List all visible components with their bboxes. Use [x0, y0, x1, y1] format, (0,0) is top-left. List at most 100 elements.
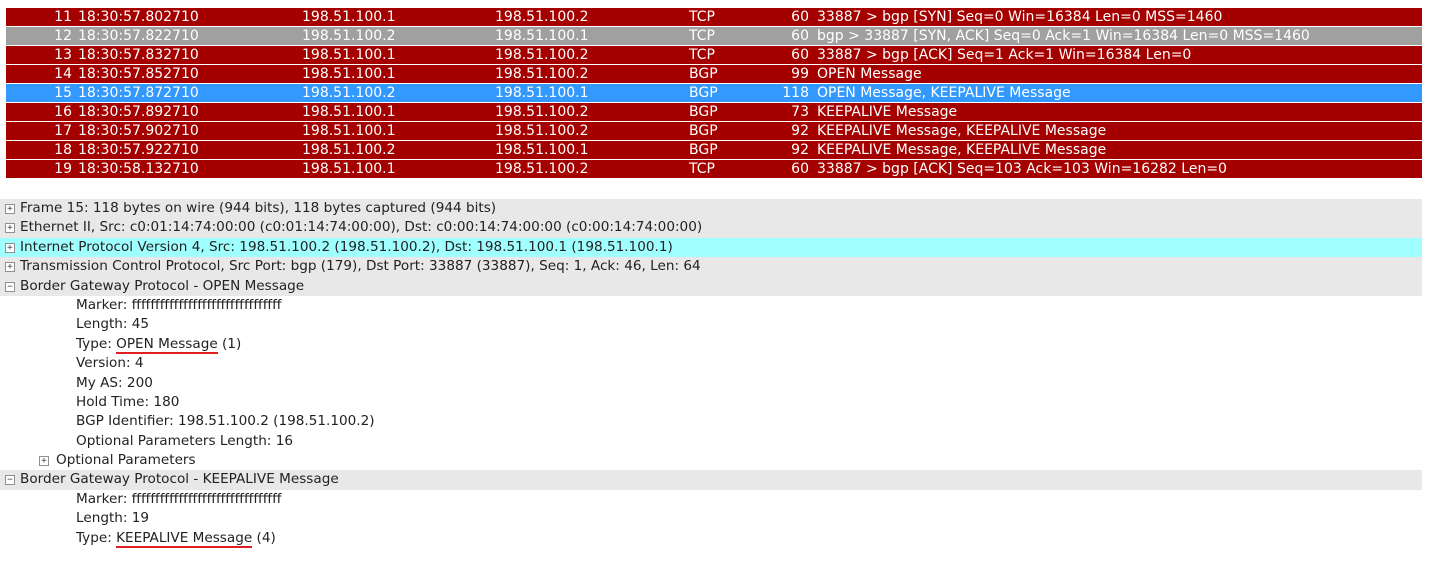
packet-time: 18:30:57.832710 — [78, 47, 199, 63]
packet-info: 33887 > bgp [ACK] Seq=1 Ack=1 Win=16384 … — [817, 47, 1192, 63]
bgp-open-identifier[interactable]: BGP Identifier: 198.51.100.2 (198.51.100… — [0, 412, 1422, 431]
field-text: Hold Time: 180 — [76, 393, 180, 410]
packet-length: 118 — [782, 85, 809, 101]
bgp-open-marker[interactable]: Marker: ffffffffffffffffffffffffffffffff — [0, 296, 1422, 315]
packet-protocol: BGP — [689, 104, 718, 120]
field-prefix: Type: — [76, 335, 117, 352]
packet-info: KEEPALIVE Message, KEEPALIVE Message — [817, 123, 1107, 139]
field-suffix: (4) — [252, 529, 276, 546]
tree-ethernet[interactable]: + Ethernet II, Src: c0:01:14:74:00:00 (c… — [0, 218, 1422, 238]
packet-source: 198.51.100.1 — [302, 47, 396, 63]
packet-details-tree[interactable]: + Frame 15: 118 bytes on wire (944 bits)… — [0, 199, 1422, 548]
packet-protocol: BGP — [689, 66, 718, 82]
plus-box-icon[interactable]: + — [39, 456, 49, 467]
packet-protocol: BGP — [689, 85, 718, 101]
tree-bgp-open[interactable]: − Border Gateway Protocol - OPEN Message — [0, 276, 1422, 296]
field-suffix: (1) — [217, 335, 242, 352]
field-prefix: Type: — [76, 529, 117, 546]
packet-source: 198.51.100.2 — [302, 142, 396, 158]
packet-no: 18 — [54, 142, 72, 158]
packet-destination: 198.51.100.2 — [495, 66, 589, 82]
bgp-open-hold-time[interactable]: Hold Time: 180 — [0, 393, 1422, 412]
bgp-open-type[interactable]: Type: OPEN Message (1) — [0, 335, 1422, 354]
field-text: BGP Identifier: 198.51.100.2 (198.51.100… — [76, 413, 375, 430]
packet-time: 18:30:57.902710 — [78, 123, 199, 139]
packet-row[interactable]: 17 18:30:57.902710 198.51.100.1 198.51.100.… — [6, 122, 1422, 140]
packet-length: 92 — [791, 142, 809, 158]
packet-time: 18:30:57.872710 — [78, 85, 199, 101]
packet-time: 18:30:57.802710 — [78, 9, 199, 25]
packet-row[interactable]: 18 18:30:57.922710 198.51.100.2 198.51.100.… — [6, 141, 1422, 159]
bgp-keepalive-type[interactable]: Type: KEEPALIVE Message (4) — [0, 529, 1422, 548]
packet-length: 60 — [791, 28, 809, 44]
plus-box-icon[interactable]: + — [5, 262, 15, 273]
tree-ethernet-label: Ethernet II, Src: c0:01:14:74:00:00 (c0:… — [20, 219, 703, 236]
bgp-open-length[interactable]: Length: 45 — [0, 315, 1422, 334]
packet-row[interactable]: 14 18:30:57.852710 198.51.100.1 198.51.100.… — [6, 65, 1422, 83]
packet-protocol: BGP — [689, 142, 718, 158]
packet-destination: 198.51.100.2 — [495, 47, 589, 63]
packet-destination: 198.51.100.1 — [495, 28, 589, 44]
packet-source: 198.51.100.1 — [302, 104, 396, 120]
packet-source: 198.51.100.1 — [302, 9, 396, 25]
packet-no: 14 — [54, 66, 72, 82]
packet-destination: 198.51.100.2 — [495, 161, 589, 177]
bgp-open-my-as[interactable]: My AS: 200 — [0, 374, 1422, 393]
packet-row[interactable]: 19 18:30:58.132710 198.51.100.1 198.51.100.… — [6, 160, 1422, 178]
packet-row[interactable]: 12 18:30:57.822710 198.51.100.2 198.51.100.… — [6, 27, 1422, 45]
packet-destination: 198.51.100.2 — [495, 104, 589, 120]
packet-source: 198.51.100.2 — [302, 85, 396, 101]
plus-box-icon[interactable]: + — [5, 242, 15, 253]
minus-box-icon[interactable]: − — [5, 475, 15, 486]
packet-no: 17 — [54, 123, 72, 139]
packet-time: 18:30:57.922710 — [78, 142, 199, 158]
packet-row[interactable]: 15 18:30:57.872710 198.51.100.2 198.51.100.… — [6, 84, 1422, 102]
tree-tcp[interactable]: + Transmission Control Protocol, Src Por… — [0, 257, 1422, 277]
bgp-open-opt-params[interactable]: + Optional Parameters — [0, 451, 1422, 470]
bgp-keepalive-marker[interactable]: Marker: ffffffffffffffffffffffffffffffff — [0, 490, 1422, 509]
packet-length: 99 — [791, 66, 809, 82]
tree-bgp-keepalive-label: Border Gateway Protocol - KEEPALIVE Mess… — [20, 471, 339, 488]
packet-info: bgp > 33887 [SYN, ACK] Seq=0 Ack=1 Win=1… — [817, 28, 1310, 44]
packet-source: 198.51.100.2 — [302, 28, 396, 44]
tree-tcp-label: Transmission Control Protocol, Src Port:… — [20, 258, 701, 275]
packet-info: OPEN Message — [817, 66, 922, 82]
packet-info: KEEPALIVE Message, KEEPALIVE Message — [817, 142, 1107, 158]
packet-no: 15 — [54, 85, 72, 101]
packet-protocol: TCP — [689, 161, 715, 177]
tree-frame-label: Frame 15: 118 bytes on wire (944 bits), … — [20, 200, 497, 216]
field-text: Optional Parameters Length: 16 — [76, 432, 294, 449]
tree-frame[interactable]: + Frame 15: 118 bytes on wire (944 bits)… — [0, 199, 1422, 219]
tree-ip[interactable]: + Internet Protocol Version 4, Src: 198.… — [0, 237, 1422, 258]
packet-no: 19 — [54, 161, 72, 177]
minus-box-icon[interactable]: − — [5, 281, 15, 292]
packet-no: 11 — [54, 9, 72, 25]
packet-protocol: TCP — [689, 47, 715, 63]
packet-length: 60 — [791, 9, 809, 25]
packet-destination: 198.51.100.1 — [495, 85, 589, 101]
packet-time: 18:30:57.852710 — [78, 66, 199, 82]
type-value: OPEN Message — [116, 335, 218, 354]
packet-length: 73 — [791, 104, 809, 120]
tree-bgp-open-label: Border Gateway Protocol - OPEN Message — [20, 277, 305, 294]
field-text: Length: 19 — [76, 510, 150, 527]
packet-destination: 198.51.100.2 — [495, 123, 589, 139]
packet-info: 33887 > bgp [SYN] Seq=0 Win=16384 Len=0 … — [817, 9, 1223, 25]
packet-source: 198.51.100.1 — [302, 66, 396, 82]
packet-row[interactable]: 11 18:30:57.802710 198.51.100.1 198.51.100.… — [6, 8, 1422, 26]
packet-no: 16 — [54, 104, 72, 120]
bgp-open-opt-params-length[interactable]: Optional Parameters Length: 16 — [0, 432, 1422, 451]
tree-ip-label: Internet Protocol Version 4, Src: 198.51… — [20, 238, 673, 255]
plus-box-icon[interactable]: + — [5, 204, 15, 214]
field-text: My AS: 200 — [76, 374, 153, 391]
packet-row[interactable]: 13 18:30:57.832710 198.51.100.1 198.51.100.… — [6, 46, 1422, 64]
packet-list[interactable]: 11 18:30:57.802710 198.51.100.1 198.51.100.… — [6, 8, 1422, 179]
plus-box-icon[interactable]: + — [5, 223, 15, 234]
field-text: Optional Parameters — [56, 452, 196, 469]
field-text: Length: 45 — [76, 316, 150, 333]
packet-destination: 198.51.100.1 — [495, 142, 589, 158]
bgp-open-version[interactable]: Version: 4 — [0, 354, 1422, 373]
packet-row[interactable]: 16 18:30:57.892710 198.51.100.1 198.51.100.… — [6, 103, 1422, 121]
tree-bgp-keepalive[interactable]: − Border Gateway Protocol - KEEPALIVE Me… — [0, 470, 1422, 490]
bgp-keepalive-length[interactable]: Length: 19 — [0, 509, 1422, 528]
